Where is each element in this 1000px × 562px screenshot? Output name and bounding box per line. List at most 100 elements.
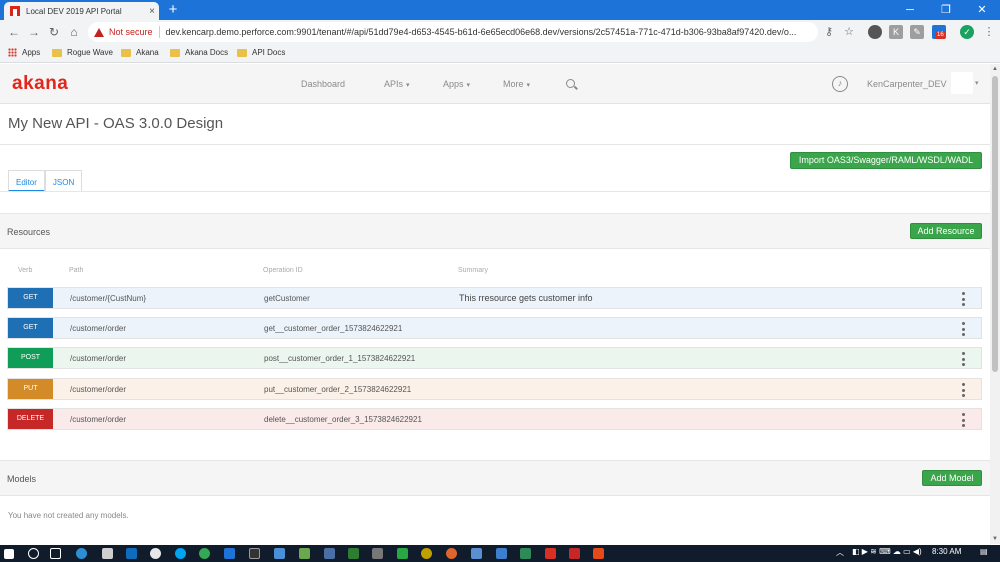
key-icon[interactable]: ⚷ [822,25,836,39]
tray-icons[interactable]: ◧ ▶ ≋ ⌨ ☁ ▭ ◀) [852,547,922,556]
bookmark-akana[interactable]: Akana [121,48,159,57]
tab-editor[interactable]: Editor [8,170,45,192]
resource-row[interactable]: POST /customer/order post__customer_orde… [7,347,982,369]
taskbar-app-icon[interactable] [446,548,457,559]
notifications-icon[interactable]: ▤ [980,547,988,556]
kebab-menu-icon[interactable] [960,352,966,366]
verb-badge[interactable]: DELETE [8,409,53,429]
scroll-down-arrow-icon[interactable]: ▼ [990,534,1000,544]
verb-badge[interactable]: POST [8,348,53,368]
bookmark-label: API Docs [252,48,286,57]
taskbar-app-icon[interactable] [496,548,507,559]
address-bar[interactable]: Not secure dev.kencarp.demo.perforce.com… [88,22,818,42]
taskbar-app-icon[interactable] [569,548,580,559]
taskbar-app-icon[interactable] [471,548,482,559]
close-tab-icon[interactable]: × [145,6,159,17]
clock-time[interactable]: 8:30 AM [932,547,961,556]
internet-explorer-icon[interactable] [224,548,235,559]
bookmark-api-docs[interactable]: API Docs [237,48,285,57]
resource-path: /customer/order [70,324,127,333]
nav-apis[interactable]: APIs ▾ [384,79,410,89]
nav-more[interactable]: More ▾ [503,79,530,89]
verb-badge[interactable]: GET [8,288,53,308]
chrome-icon[interactable] [199,548,210,559]
back-arrow-icon[interactable]: ← [6,24,22,40]
import-button[interactable]: Import OAS3/Swagger/RAML/WSDL/WADL [790,152,982,169]
taskbar-app-icon[interactable] [593,548,604,559]
title-divider [0,144,990,145]
avatar[interactable] [951,72,973,94]
resource-operation-id: post__customer_order_1_1573824622921 [264,354,416,363]
resource-row[interactable]: DELETE /customer/order delete__customer_… [7,408,982,430]
kebab-menu-icon[interactable] [960,383,966,397]
extension-circle-icon[interactable] [868,25,882,39]
url-text[interactable]: dev.kencarp.demo.perforce.com:9901/tenan… [166,27,797,37]
taskbar-app-icon[interactable] [421,548,432,559]
restore-window-icon[interactable]: ❐ [928,0,964,20]
taskbar-app-icon[interactable] [150,548,161,559]
taskbar-app-icon[interactable] [348,548,359,559]
extension-badge-icon[interactable]: 16 [932,25,946,39]
extension-check-icon[interactable]: ✓ [960,25,974,39]
windows-start-icon[interactable] [4,549,14,559]
username[interactable]: KenCarpenter_DEV [867,79,947,89]
resource-row[interactable]: GET /customer/{CustNum} getCustomer This… [7,287,982,309]
resource-row[interactable]: PUT /customer/order put__customer_order_… [7,378,982,400]
taskbar-app-icon[interactable] [545,548,556,559]
search-circle-icon[interactable] [28,548,39,559]
new-tab-button[interactable]: + [165,2,181,18]
forward-arrow-icon[interactable]: → [26,24,42,40]
extension-pdf-icon[interactable]: ✎ [910,25,924,39]
nav-dashboard[interactable]: Dashboard [301,79,345,89]
scrollbar-thumb[interactable] [992,76,998,372]
kebab-menu-icon[interactable] [960,413,966,427]
bookmark-star-icon[interactable]: ☆ [842,25,856,39]
extension-k-icon[interactable]: K [889,25,903,39]
scroll-up-arrow-icon[interactable]: ▲ [990,64,1000,74]
taskbar-app-icon[interactable] [372,548,383,559]
warning-icon [94,27,104,37]
chevron-down-icon: ▾ [406,82,410,89]
bookmark-rogue-wave[interactable]: Rogue Wave [52,48,113,57]
verb-badge[interactable]: GET [8,318,53,338]
kebab-menu-icon[interactable] [960,322,966,336]
taskbar-app-icon[interactable] [274,548,285,559]
apps-grid-icon [8,48,17,57]
skype-icon[interactable] [175,548,186,559]
minimize-window-icon[interactable]: ─ [892,0,928,20]
taskbar-app-icon[interactable] [299,548,310,559]
chevron-down-icon[interactable]: ▾ [975,79,979,87]
terminal-icon[interactable] [249,548,260,559]
tray-chevron-up-icon[interactable]: ︿ [836,547,844,558]
add-model-button[interactable]: Add Model [922,470,982,486]
home-icon[interactable]: ⌂ [66,24,82,40]
akana-logo[interactable]: akana [12,73,68,95]
bookmark-apps[interactable]: Apps [8,48,40,57]
taskbar-app-icon[interactable] [397,548,408,559]
taskbar-app-icon[interactable] [76,548,87,559]
notification-bell-icon[interactable]: ♪ [832,76,848,92]
browser-menu-icon[interactable]: ⋮ [982,25,996,39]
taskbar-app-icon[interactable] [520,548,531,559]
resource-path: /customer/{CustNum} [70,294,147,303]
browser-tab[interactable]: Local DEV 2019 API Portal × [4,2,159,20]
reload-icon[interactable]: ↻ [46,24,62,40]
bookmark-akana-docs[interactable]: Akana Docs [170,48,228,57]
taskbar-app-icon[interactable] [102,548,113,559]
not-secure-label[interactable]: Not secure [109,27,153,37]
resource-path: /customer/order [70,385,127,394]
app-header: akana Dashboard APIs ▾ Apps ▾ More ▾ ♪ KenC… [0,64,990,104]
kebab-menu-icon[interactable] [960,292,966,306]
task-view-icon[interactable] [50,548,61,559]
outlook-icon[interactable] [126,548,137,559]
close-window-icon[interactable]: ✕ [964,0,1000,20]
taskbar-app-icon[interactable] [324,548,335,559]
add-resource-button[interactable]: Add Resource [910,223,982,239]
resource-row[interactable]: GET /customer/order get__customer_order_… [7,317,982,339]
nav-apps[interactable]: Apps ▾ [443,79,470,89]
tab-json[interactable]: JSON [44,170,83,192]
search-icon[interactable] [566,79,575,88]
verb-badge[interactable]: PUT [8,379,53,399]
models-title: Models [7,474,37,484]
column-header-operation-id: Operation ID [263,267,303,274]
